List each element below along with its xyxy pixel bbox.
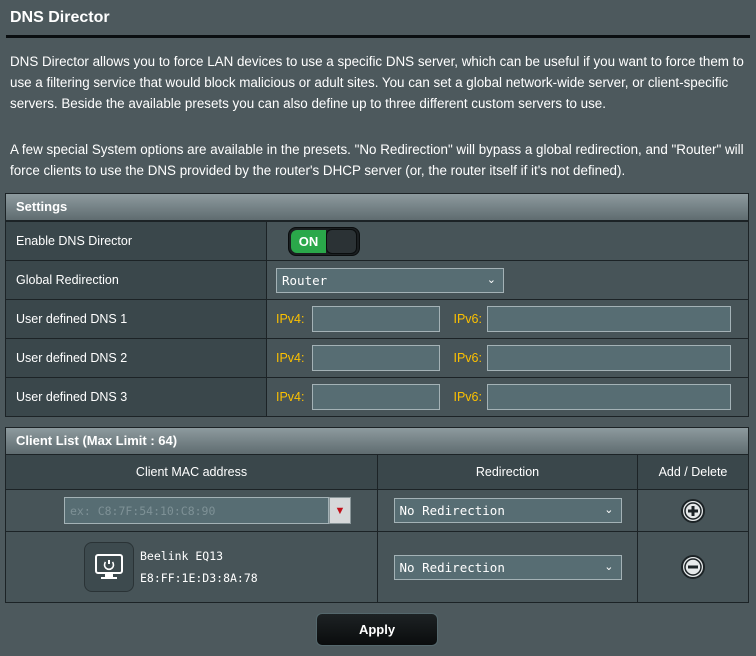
ipv4-label: IPv4:	[276, 351, 305, 365]
ipv6-label: IPv6:	[453, 351, 483, 365]
toggle-knob	[325, 228, 357, 254]
client-name: Beelink EQ13	[140, 549, 224, 563]
dns2-label: User defined DNS 2	[6, 339, 267, 377]
mac-address-input[interactable]: ex: C8:7F:54:10:C8:90	[64, 497, 329, 524]
ipv6-label: IPv6:	[453, 390, 483, 404]
ipv4-label: IPv4:	[276, 390, 305, 404]
client-info: Beelink EQ13 E8:FF:1E:D3:8A:78	[140, 545, 258, 589]
chevron-down-icon: ⌄	[604, 503, 614, 516]
column-redirection: Redirection	[378, 455, 638, 489]
dns3-label: User defined DNS 3	[6, 378, 267, 416]
ipv4-label: IPv4:	[276, 312, 305, 326]
chevron-down-icon: ⌄	[486, 272, 496, 286]
dns3-ipv4-input[interactable]	[311, 384, 440, 410]
client-mac: E8:FF:1E:D3:8A:78	[140, 571, 258, 585]
column-mac: Client MAC address	[6, 455, 378, 489]
dns2-ipv6-input[interactable]	[487, 345, 731, 371]
dns1-ipv6-input[interactable]	[487, 306, 731, 332]
new-client-row: ex: C8:7F:54:10:C8:90 ▼ No Redirection ⌄	[6, 490, 748, 532]
page-title: DNS Director	[10, 9, 110, 26]
add-icon[interactable]	[680, 498, 706, 524]
dns1-ipv4-input[interactable]	[311, 306, 440, 332]
enable-toggle[interactable]: ON	[288, 226, 360, 256]
new-redirection-select[interactable]: No Redirection ⌄	[393, 498, 622, 523]
dns3-row: User defined DNS 3 IPv4: IPv6:	[6, 377, 748, 416]
client-redirection-value: No Redirection	[399, 559, 505, 575]
mac-dropdown-button[interactable]: ▼	[329, 497, 351, 524]
dns2-row: User defined DNS 2 IPv4: IPv6:	[6, 338, 748, 377]
settings-header: Settings	[6, 194, 748, 221]
column-add-delete: Add / Delete	[658, 465, 728, 479]
client-list-columns: Client MAC address Redirection Add / Del…	[6, 455, 748, 490]
client-row: Beelink EQ13 E8:FF:1E:D3:8A:78 No Redire…	[6, 532, 748, 602]
client-list-header: Client List (Max Limit : 64)	[6, 428, 748, 455]
new-redirection-value: No Redirection	[399, 503, 505, 518]
mac-placeholder: ex: C8:7F:54:10:C8:90	[70, 503, 216, 518]
toggle-on-label: ON	[291, 229, 326, 253]
global-redirection-value: Router	[282, 272, 328, 288]
ipv6-label: IPv6:	[453, 312, 483, 326]
dns3-ipv6-input[interactable]	[487, 384, 731, 410]
computer-icon	[84, 542, 134, 592]
description-intro: DNS Director allows you to force LAN dev…	[10, 54, 744, 111]
description-presets: A few special System options are availab…	[10, 142, 744, 178]
enable-row: Enable DNS Director ON	[6, 221, 748, 260]
global-redirection-label: Global Redirection	[6, 261, 267, 299]
chevron-down-icon: ⌄	[604, 559, 614, 573]
settings-section: Settings Enable DNS Director ON Global R…	[5, 193, 749, 417]
remove-icon[interactable]	[680, 554, 706, 580]
client-redirection-select[interactable]: No Redirection ⌄	[393, 554, 622, 580]
dns1-row: User defined DNS 1 IPv4: IPv6:	[6, 299, 748, 338]
global-redirection-row: Global Redirection Router ⌄	[6, 260, 748, 299]
title-divider	[6, 35, 750, 38]
dns1-label: User defined DNS 1	[6, 300, 267, 338]
client-list-section: Client List (Max Limit : 64) Client MAC …	[5, 427, 749, 603]
global-redirection-select[interactable]: Router ⌄	[276, 267, 504, 293]
enable-label: Enable DNS Director	[6, 222, 267, 260]
apply-button[interactable]: Apply	[316, 613, 438, 646]
dns2-ipv4-input[interactable]	[311, 345, 440, 371]
